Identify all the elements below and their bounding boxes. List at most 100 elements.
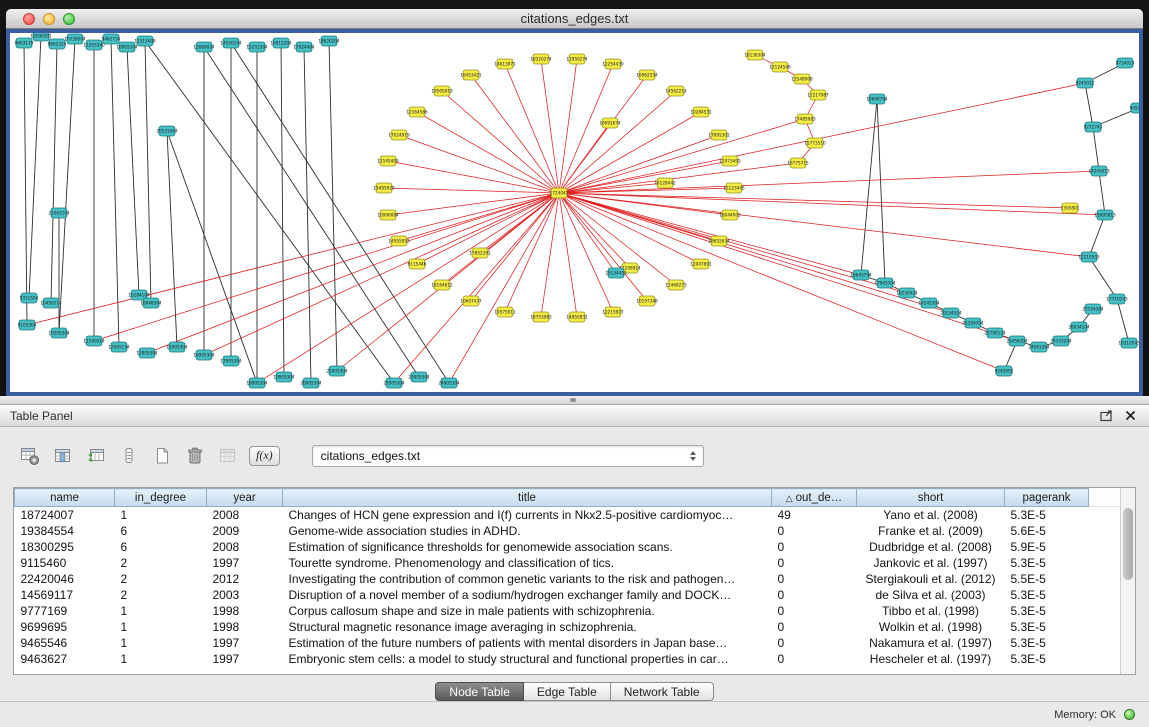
graph-node[interactable]: 15134453 — [605, 268, 627, 278]
table-cell[interactable]: 1 — [115, 651, 207, 667]
table-cell[interactable]: Yano et al. (2008) — [857, 507, 1005, 523]
graph-edge[interactable] — [449, 193, 559, 383]
table-cell[interactable]: Embryonic stem cells: a model to study s… — [283, 651, 772, 667]
table-cell[interactable]: 2009 — [207, 523, 283, 539]
graph-edge[interactable] — [559, 193, 1105, 215]
graph-edge[interactable] — [1093, 127, 1099, 171]
graph-node[interactable]: 18136304 — [744, 50, 766, 60]
graph-node[interactable]: 17710343 — [1106, 294, 1128, 304]
table-cell[interactable]: 2008 — [207, 507, 283, 523]
graph-node[interactable]: 14526104 — [220, 38, 242, 48]
graph-node[interactable]: 12669024 — [193, 42, 215, 52]
graph-node[interactable]: 12364586 — [406, 107, 428, 117]
graph-node[interactable]: 10450214 — [40, 298, 62, 308]
table-cell[interactable]: Genome-wide association studies in ADHD. — [283, 523, 772, 539]
graph-edge[interactable] — [559, 193, 951, 313]
table-cell[interactable]: 14569117 — [15, 587, 115, 603]
graph-node[interactable]: 26034104 — [1068, 322, 1090, 332]
table-cell[interactable]: Tourette syndrome. Phenomenology and cla… — [283, 555, 772, 571]
graph-node[interactable]: 14955953 — [388, 236, 410, 246]
table-cell[interactable]: 1998 — [207, 603, 283, 619]
graph-node[interactable]: 18164612 — [431, 280, 453, 290]
graph-node[interactable]: 11973493 — [719, 156, 741, 166]
graph-node[interactable]: 16128442 — [654, 178, 676, 188]
graph-node[interactable]: 19505919 — [431, 86, 453, 96]
graph-node[interactable]: 10284531 — [690, 107, 712, 117]
table-row[interactable]: 946362711997Embryonic stem cells: a mode… — [15, 651, 1122, 667]
graph-node[interactable]: 24561304 — [1028, 342, 1050, 352]
table-cell[interactable]: 18300295 — [15, 539, 115, 555]
table-cell[interactable]: 2008 — [207, 539, 283, 555]
graph-node[interactable]: 24905304 — [438, 378, 460, 388]
graph-node[interactable]: 8734013 — [1116, 58, 1135, 68]
graph-edge[interactable] — [29, 36, 41, 298]
graph-node[interactable]: 10996084 — [377, 210, 399, 220]
table-cell[interactable]: 1998 — [207, 619, 283, 635]
graph-node[interactable]: 10590301 — [30, 33, 52, 41]
table-row[interactable]: 969969511998Structural magnetic resonanc… — [15, 619, 1122, 635]
table-cell[interactable]: 9465546 — [15, 635, 115, 651]
graph-node[interactable]: 12124549 — [769, 62, 791, 72]
graph-edge[interactable] — [861, 99, 877, 275]
graph-node[interactable]: 18230424 — [896, 288, 918, 298]
table-cell[interactable]: Structural magnetic resonance image aver… — [283, 619, 772, 635]
table-cell[interactable]: 0 — [772, 651, 857, 667]
table-cell[interactable]: 2012 — [207, 571, 283, 587]
graph-edge[interactable] — [1089, 215, 1105, 257]
graph-node[interactable]: 16648794 — [866, 94, 888, 104]
table-cell[interactable]: Nakamura et al. (1997) — [857, 635, 1005, 651]
graph-edge[interactable] — [442, 91, 559, 193]
graph-node[interactable]: 23456304 — [1006, 336, 1028, 346]
graph-node[interactable]: 14850831 — [566, 312, 588, 322]
graph-node[interactable]: 19575011 — [494, 307, 516, 317]
table-cell[interactable]: 9699695 — [15, 619, 115, 635]
minimize-window-button[interactable] — [43, 13, 55, 25]
graph-edge[interactable] — [27, 193, 559, 325]
graph-node[interactable]: 10205304 — [48, 328, 70, 338]
graph-node[interactable]: 20134524 — [940, 308, 962, 318]
graph-edge[interactable] — [559, 64, 613, 193]
graph-edge[interactable] — [388, 161, 559, 193]
graph-node[interactable]: 12254439 — [602, 59, 624, 69]
graph-node[interactable]: 16044903 — [719, 210, 741, 220]
graph-node[interactable]: 11850274 — [566, 54, 588, 64]
graph-node[interactable]: 17905304 — [220, 356, 242, 366]
table-cell[interactable]: Jankovic et al. (1997) — [857, 555, 1005, 571]
table-cell[interactable]: 1 — [115, 619, 207, 635]
table-cell[interactable]: 1997 — [207, 635, 283, 651]
graph-node[interactable]: 18775715 — [787, 158, 809, 168]
graph-edge[interactable] — [147, 193, 559, 353]
graph-edge[interactable] — [1089, 257, 1117, 299]
graph-node[interactable]: 1724041 — [550, 188, 569, 198]
graph-edge[interactable] — [1099, 171, 1105, 215]
table-cell[interactable]: 9115460 — [15, 555, 115, 571]
table-cell[interactable]: 5.5E-5 — [1005, 571, 1089, 587]
column-header-title[interactable]: title — [283, 489, 772, 507]
column-header-out-de[interactable]: △out_de… — [772, 489, 857, 507]
column-header-pagerank[interactable]: pagerank — [1005, 489, 1089, 507]
graph-node[interactable]: 13905304 — [136, 348, 158, 358]
column-header-in-degree[interactable]: in_degree — [115, 489, 207, 507]
close-panel-icon[interactable] — [1121, 408, 1139, 424]
graph-edge[interactable] — [231, 43, 449, 383]
table-cell[interactable]: 0 — [772, 539, 857, 555]
graph-node[interactable]: 12210553 — [1078, 252, 1100, 262]
graph-node[interactable]: 21356304 — [962, 318, 984, 328]
graph-edge[interactable] — [559, 91, 676, 193]
table-vertical-scrollbar[interactable] — [1120, 488, 1135, 674]
table-cell[interactable]: 5.3E-5 — [1005, 555, 1089, 571]
table-cell[interactable]: Corpus callosum shape and size in male p… — [283, 603, 772, 619]
citation-network-graph[interactable]: 1724041151234451604490318652634120478911… — [10, 33, 1139, 392]
column-header-name[interactable]: name — [15, 489, 115, 507]
table-cell[interactable]: 5.6E-5 — [1005, 523, 1089, 539]
graph-node[interactable]: 12047891 — [690, 259, 712, 269]
table-cell[interactable]: 5.3E-5 — [1005, 619, 1089, 635]
graph-edge[interactable] — [559, 193, 1070, 208]
graph-node[interactable]: 25103204 — [1050, 336, 1072, 346]
window-titlebar[interactable]: citations_edges.txt — [6, 9, 1143, 29]
graph-node[interactable]: 22790124 — [984, 328, 1006, 338]
table-cell[interactable]: Investigating the contribution of common… — [283, 571, 772, 587]
graph-edge[interactable] — [51, 44, 57, 303]
graph-node[interactable]: 10197348 — [636, 296, 658, 306]
table-cell[interactable]: 1 — [115, 635, 207, 651]
